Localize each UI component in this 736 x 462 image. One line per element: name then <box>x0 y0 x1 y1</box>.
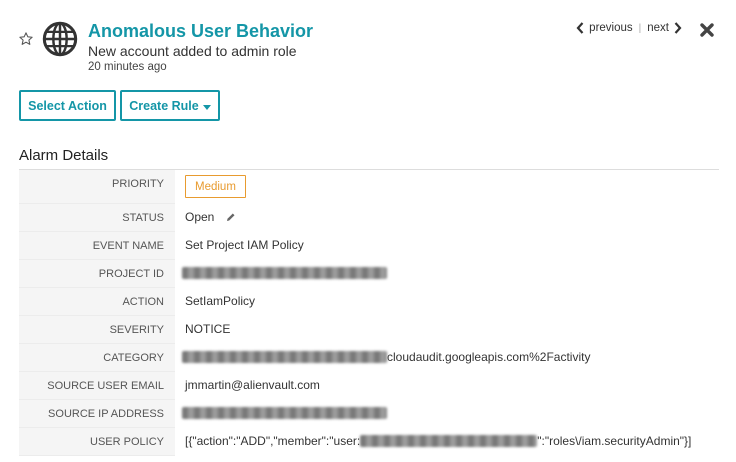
chevron-left-icon <box>576 22 584 34</box>
detail-label: STATUS <box>122 212 164 224</box>
select-action-button[interactable]: Select Action <box>19 90 116 121</box>
priority-badge: Medium <box>185 175 246 198</box>
detail-label: SEVERITY <box>109 324 164 336</box>
alarm-timestamp: 20 minutes ago <box>88 61 167 73</box>
redacted-category-prefix <box>182 351 387 363</box>
detail-row-priority: PRIORITY Medium <box>19 170 719 204</box>
nav-separator: | <box>638 22 642 34</box>
source-user-email-value: jmmartin@alienvault.com <box>185 378 320 392</box>
redacted-user-policy-member <box>360 435 538 447</box>
alarm-navigation: previous | next <box>576 22 682 34</box>
detail-row-source-ip: SOURCE IP ADDRESS <box>19 400 719 428</box>
severity-value: NOTICE <box>185 322 231 336</box>
event-name-value: Set Project IAM Policy <box>185 238 304 252</box>
detail-label: USER POLICY <box>90 436 164 448</box>
section-title: Alarm Details <box>19 147 109 164</box>
alarm-subtitle: New account added to admin role <box>88 43 297 59</box>
redacted-project-id <box>182 267 387 279</box>
previous-label: previous <box>589 22 633 34</box>
alarm-details-table: PRIORITY Medium STATUS Open EVENT NAME S… <box>19 170 719 456</box>
previous-link[interactable]: previous <box>576 22 633 34</box>
globe-icon <box>42 21 78 57</box>
detail-row-source-user-email: SOURCE USER EMAIL jmmartin@alienvault.co… <box>19 372 719 400</box>
create-rule-button[interactable]: Create Rule <box>120 90 220 121</box>
detail-row-user-policy: USER POLICY [{"action":"ADD","member":"u… <box>19 428 719 456</box>
detail-label: SOURCE IP ADDRESS <box>48 408 164 420</box>
star-icon[interactable] <box>18 31 34 47</box>
status-value: Open <box>185 210 215 224</box>
detail-label: ACTION <box>122 296 164 308</box>
detail-row-action: ACTION SetIamPolicy <box>19 288 719 316</box>
detail-label: CATEGORY <box>103 352 164 364</box>
user-policy-suffix: ":"roles\/iam.securityAdmin"}] <box>537 434 692 448</box>
next-link[interactable]: next <box>647 22 682 34</box>
next-label: next <box>647 22 669 34</box>
close-icon[interactable] <box>700 23 714 37</box>
detail-row-event-name: EVENT NAME Set Project IAM Policy <box>19 232 719 260</box>
detail-row-category: CATEGORY cloudaudit.googleapis.com%2Fact… <box>19 344 719 372</box>
action-value: SetIamPolicy <box>185 294 256 308</box>
alarm-title: Anomalous User Behavior <box>88 21 314 41</box>
detail-label: EVENT NAME <box>92 240 164 252</box>
user-policy-prefix: [{"action":"ADD","member":"user: <box>185 434 361 448</box>
chevron-right-icon <box>674 22 682 34</box>
detail-label: SOURCE USER EMAIL <box>47 380 164 392</box>
edit-pencil-icon[interactable] <box>226 212 236 222</box>
detail-row-severity: SEVERITY NOTICE <box>19 316 719 344</box>
redacted-source-ip <box>182 407 387 419</box>
category-value-suffix: cloudaudit.googleapis.com%2Factivity <box>387 350 591 364</box>
detail-row-project-id: PROJECT ID <box>19 260 719 288</box>
detail-label: PRIORITY <box>112 178 164 190</box>
detail-row-status: STATUS Open <box>19 204 719 232</box>
select-action-label: Select Action <box>28 98 107 113</box>
create-rule-label: Create Rule <box>129 98 199 113</box>
detail-label: PROJECT ID <box>98 268 164 280</box>
caret-down-icon <box>202 104 211 110</box>
